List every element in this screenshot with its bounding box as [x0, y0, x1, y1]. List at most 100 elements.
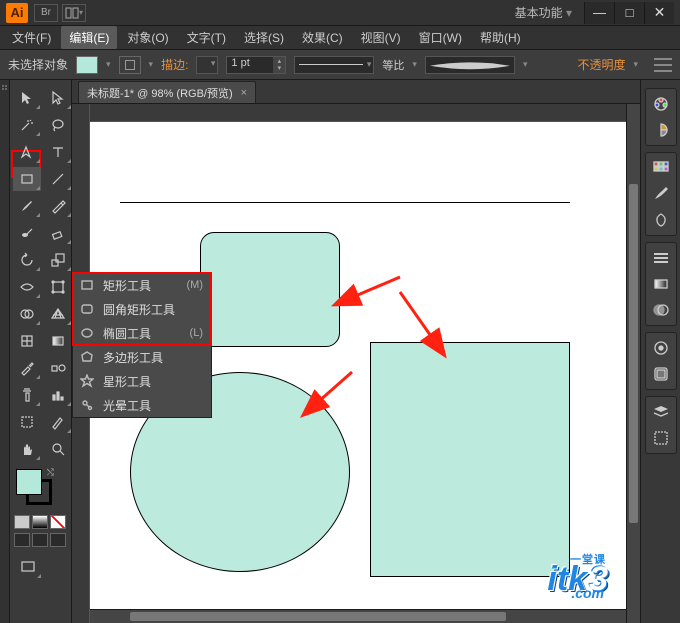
transparency-panel-icon[interactable] — [649, 299, 673, 321]
layers-panel-icon[interactable] — [649, 401, 673, 423]
uniform-dropdown-icon[interactable]: ▾ — [412, 59, 417, 70]
close-button[interactable]: ✕ — [644, 2, 674, 24]
magic-wand-tool[interactable] — [13, 113, 41, 137]
color-mode-none[interactable] — [50, 515, 66, 529]
shape-builder-tool[interactable] — [13, 302, 41, 326]
document-tab[interactable]: 未标题-1* @ 98% (RGB/预览) × — [78, 81, 256, 103]
swap-fill-stroke-icon[interactable]: ⤭ — [47, 467, 54, 478]
flyout-flare-label: 光晕工具 — [103, 397, 195, 414]
column-graph-tool[interactable] — [44, 383, 72, 407]
color-guide-panel-icon[interactable] — [649, 119, 673, 141]
pen-tool[interactable] — [13, 140, 41, 164]
rectangle-tool[interactable] — [13, 167, 41, 191]
flyout-star[interactable]: 星形工具 — [73, 369, 211, 393]
draw-behind[interactable] — [32, 533, 48, 547]
color-panel-icon[interactable] — [649, 93, 673, 115]
blend-tool[interactable] — [44, 356, 72, 380]
swatches-panel-icon[interactable] — [649, 157, 673, 179]
menu-help[interactable]: 帮助(H) — [472, 26, 529, 49]
bridge-button[interactable]: Br — [34, 4, 58, 22]
minimize-button[interactable]: — — [584, 2, 614, 24]
appearance-panel-icon[interactable] — [649, 337, 673, 359]
stroke-style-dropdown[interactable]: ▾ — [294, 56, 374, 74]
artboards-panel-icon[interactable] — [649, 427, 673, 449]
flyout-rounded-rectangle[interactable]: 圆角矩形工具 — [73, 297, 211, 321]
stroke-panel-icon[interactable] — [649, 247, 673, 269]
menu-view[interactable]: 视图(V) — [353, 26, 409, 49]
pencil-tool[interactable] — [44, 194, 72, 218]
brushes-panel-icon[interactable] — [649, 183, 673, 205]
draw-inside[interactable] — [50, 533, 66, 547]
selection-tool[interactable] — [13, 86, 41, 110]
menu-effect[interactable]: 效果(C) — [294, 26, 351, 49]
menu-edit[interactable]: 编辑(E) — [61, 26, 117, 49]
stroke-dropdown-icon[interactable]: ▾ — [149, 59, 154, 70]
uniform-label: 等比 — [382, 57, 404, 73]
document-tab-close-icon[interactable]: × — [241, 87, 247, 99]
mesh-tool[interactable] — [13, 329, 41, 353]
color-mode-gradient[interactable] — [32, 515, 48, 529]
stroke-swatch[interactable] — [119, 56, 141, 74]
width-tool[interactable] — [13, 275, 41, 299]
slice-tool[interactable] — [44, 410, 72, 434]
arrange-docs-button[interactable]: ▾ — [62, 4, 86, 22]
control-bar-menu-icon[interactable] — [654, 58, 672, 72]
direct-selection-tool[interactable] — [44, 86, 72, 110]
fill-dropdown-icon[interactable]: ▾ — [106, 59, 111, 70]
color-mode-solid[interactable] — [14, 515, 30, 529]
graphic-styles-panel-icon[interactable] — [649, 363, 673, 385]
horizontal-ruler[interactable] — [90, 104, 626, 122]
rectangle-shape[interactable] — [370, 342, 570, 577]
line-segment-tool[interactable] — [44, 167, 72, 191]
flyout-rectangle-label: 矩形工具 — [103, 277, 179, 294]
menu-select[interactable]: 选择(S) — [236, 26, 292, 49]
left-dock-strip[interactable] — [0, 80, 10, 623]
scale-tool[interactable] — [44, 248, 72, 272]
maximize-button[interactable]: □ — [614, 2, 644, 24]
opacity-label[interactable]: 不透明度 — [577, 56, 625, 73]
stroke-weight-preset[interactable] — [196, 56, 218, 74]
stroke-weight-input[interactable]: 1 pt▴▾ — [226, 56, 286, 74]
menu-type[interactable]: 文字(T) — [179, 26, 234, 49]
flyout-polygon[interactable]: 多边形工具 — [73, 345, 211, 369]
zoom-tool[interactable] — [44, 437, 72, 461]
gradient-panel-icon[interactable] — [649, 273, 673, 295]
fill-color-swatch[interactable] — [16, 469, 42, 495]
fill-swatch[interactable] — [76, 56, 98, 74]
flyout-flare[interactable]: 光晕工具 — [73, 393, 211, 417]
eraser-tool[interactable] — [44, 221, 72, 245]
symbol-sprayer-tool[interactable] — [13, 383, 41, 407]
draw-normal[interactable] — [14, 533, 30, 547]
menu-window[interactable]: 窗口(W) — [411, 26, 470, 49]
workspace-switcher[interactable]: 基本功能 — [515, 4, 572, 21]
perspective-grid-tool[interactable] — [44, 302, 72, 326]
main-area: ⤭ 矩形工具 (M) 圆角矩形工具 — [0, 80, 680, 623]
fill-stroke-swatch[interactable]: ⤭ — [16, 469, 52, 505]
lasso-tool[interactable] — [44, 113, 72, 137]
free-transform-tool[interactable] — [44, 275, 72, 299]
horizontal-scrollbar[interactable] — [90, 609, 626, 623]
vertical-scrollbar[interactable] — [626, 104, 640, 623]
menu-file[interactable]: 文件(F) — [4, 26, 59, 49]
hand-tool[interactable] — [13, 437, 41, 461]
flyout-rounded-label: 圆角矩形工具 — [103, 301, 195, 318]
flyout-rectangle[interactable]: 矩形工具 (M) — [73, 273, 211, 297]
artboard-tool[interactable] — [13, 410, 41, 434]
gradient-tool[interactable] — [44, 329, 72, 353]
width-profile-dropdown[interactable] — [425, 56, 515, 74]
screen-mode-tool[interactable] — [14, 555, 42, 579]
type-tool[interactable] — [44, 140, 72, 164]
rounded-rectangle-shape[interactable] — [200, 232, 340, 347]
blob-brush-tool[interactable] — [13, 221, 41, 245]
paintbrush-tool[interactable] — [13, 194, 41, 218]
flyout-ellipse[interactable]: 椭圆工具 (L) — [73, 321, 211, 345]
flyout-ellipse-label: 椭圆工具 — [103, 325, 182, 342]
stroke-label[interactable]: 描边: — [161, 56, 188, 73]
opacity-dropdown-icon[interactable]: ▾ — [633, 59, 638, 70]
control-bar: 未选择对象 ▾ ▾ 描边: 1 pt▴▾ ▾ 等比 ▾ ▾ 不透明度 ▾ — [0, 50, 680, 80]
symbols-panel-icon[interactable] — [649, 209, 673, 231]
rotate-tool[interactable] — [13, 248, 41, 272]
eyedropper-tool[interactable] — [13, 356, 41, 380]
menu-object[interactable]: 对象(O) — [119, 26, 176, 49]
profile-dropdown-icon[interactable]: ▾ — [523, 59, 528, 70]
